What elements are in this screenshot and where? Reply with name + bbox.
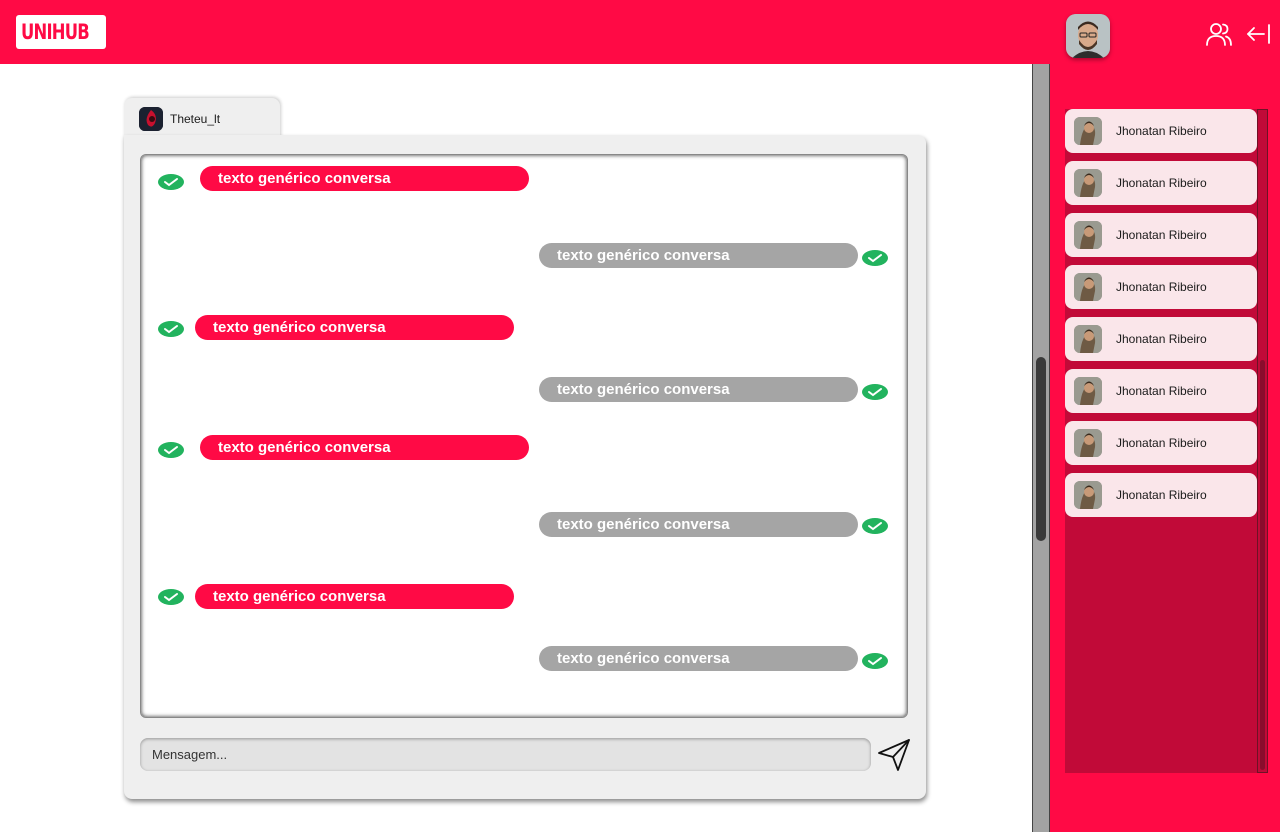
message-text: texto genérico conversa — [213, 319, 386, 336]
friends-panel: Jhonatan Ribeiro Jhonatan Ribeiro Jhonat… — [1050, 64, 1280, 832]
friend-item[interactable]: Jhonatan Ribeiro — [1065, 369, 1257, 413]
read-check-icon — [158, 321, 184, 337]
friend-avatar — [1074, 481, 1102, 509]
message-text: texto genérico conversa — [557, 381, 730, 398]
friend-name: Jhonatan Ribeiro — [1116, 280, 1207, 294]
send-icon[interactable] — [876, 737, 912, 773]
friends-scrollbar-thumb[interactable] — [1260, 360, 1265, 770]
message-list[interactable]: texto genérico conversa texto genérico c… — [140, 154, 908, 718]
friend-avatar — [1074, 273, 1102, 301]
chat-contact-tab[interactable]: Theteu_lt — [124, 98, 280, 140]
friend-item[interactable]: Jhonatan Ribeiro — [1065, 265, 1257, 309]
friend-avatar — [1074, 169, 1102, 197]
friend-avatar — [1074, 325, 1102, 353]
friend-avatar — [1074, 221, 1102, 249]
message-bubble-received[interactable]: texto genérico conversa — [539, 377, 858, 402]
user-avatar[interactable] — [1066, 14, 1110, 58]
friend-name: Jhonatan Ribeiro — [1116, 124, 1207, 138]
friend-item[interactable]: Jhonatan Ribeiro — [1065, 473, 1257, 517]
friend-item[interactable]: Jhonatan Ribeiro — [1065, 317, 1257, 361]
contact-name: Theteu_lt — [170, 112, 221, 126]
message-text: texto genérico conversa — [218, 170, 391, 187]
top-bar: UNIHUB — [0, 0, 1280, 64]
friend-item[interactable]: Jhonatan Ribeiro — [1065, 421, 1257, 465]
read-check-icon — [862, 518, 888, 534]
logout-arrow-icon[interactable] — [1244, 20, 1272, 48]
message-input[interactable] — [140, 738, 871, 771]
friend-name: Jhonatan Ribeiro — [1116, 384, 1207, 398]
read-check-icon — [158, 589, 184, 605]
message-text: texto genérico conversa — [557, 650, 730, 667]
message-bubble-sent[interactable]: texto genérico conversa — [200, 166, 529, 191]
message-text: texto genérico conversa — [557, 516, 730, 533]
user-photo — [1066, 14, 1110, 58]
users-icon[interactable] — [1205, 20, 1233, 48]
page-scrollbar-thumb[interactable] — [1036, 357, 1046, 541]
message-text: texto genérico conversa — [218, 439, 391, 456]
page-scrollbar[interactable] — [1032, 64, 1050, 832]
message-bubble-received[interactable]: texto genérico conversa — [539, 512, 858, 537]
friends-scrollbar[interactable] — [1257, 109, 1268, 773]
message-bubble-received[interactable]: texto genérico conversa — [539, 243, 858, 268]
friend-name: Jhonatan Ribeiro — [1116, 488, 1207, 502]
friend-item[interactable]: Jhonatan Ribeiro — [1065, 161, 1257, 205]
message-text: texto genérico conversa — [213, 588, 386, 605]
message-bubble-sent[interactable]: texto genérico conversa — [195, 315, 514, 340]
friend-name: Jhonatan Ribeiro — [1116, 176, 1207, 190]
read-check-icon — [158, 442, 184, 458]
friend-avatar — [1074, 117, 1102, 145]
friends-list[interactable]: Jhonatan Ribeiro Jhonatan Ribeiro Jhonat… — [1065, 109, 1258, 773]
read-check-icon — [862, 653, 888, 669]
friend-avatar — [1074, 377, 1102, 405]
read-check-icon — [862, 250, 888, 266]
friend-item[interactable]: Jhonatan Ribeiro — [1065, 109, 1257, 153]
friend-avatar — [1074, 429, 1102, 457]
message-bubble-received[interactable]: texto genérico conversa — [539, 646, 858, 671]
message-text: texto genérico conversa — [557, 247, 730, 264]
logo-text: UNIHUB — [21, 20, 90, 44]
friend-name: Jhonatan Ribeiro — [1116, 228, 1207, 242]
chat-window: texto genérico conversa texto genérico c… — [124, 135, 926, 799]
friend-name: Jhonatan Ribeiro — [1116, 436, 1207, 450]
read-check-icon — [158, 174, 184, 190]
message-bubble-sent[interactable]: texto genérico conversa — [195, 584, 514, 609]
message-bubble-sent[interactable]: texto genérico conversa — [200, 435, 529, 460]
contact-avatar — [139, 107, 163, 131]
friend-item[interactable]: Jhonatan Ribeiro — [1065, 213, 1257, 257]
unihub-logo[interactable]: UNIHUB — [16, 15, 106, 49]
friend-name: Jhonatan Ribeiro — [1116, 332, 1207, 346]
read-check-icon — [862, 384, 888, 400]
